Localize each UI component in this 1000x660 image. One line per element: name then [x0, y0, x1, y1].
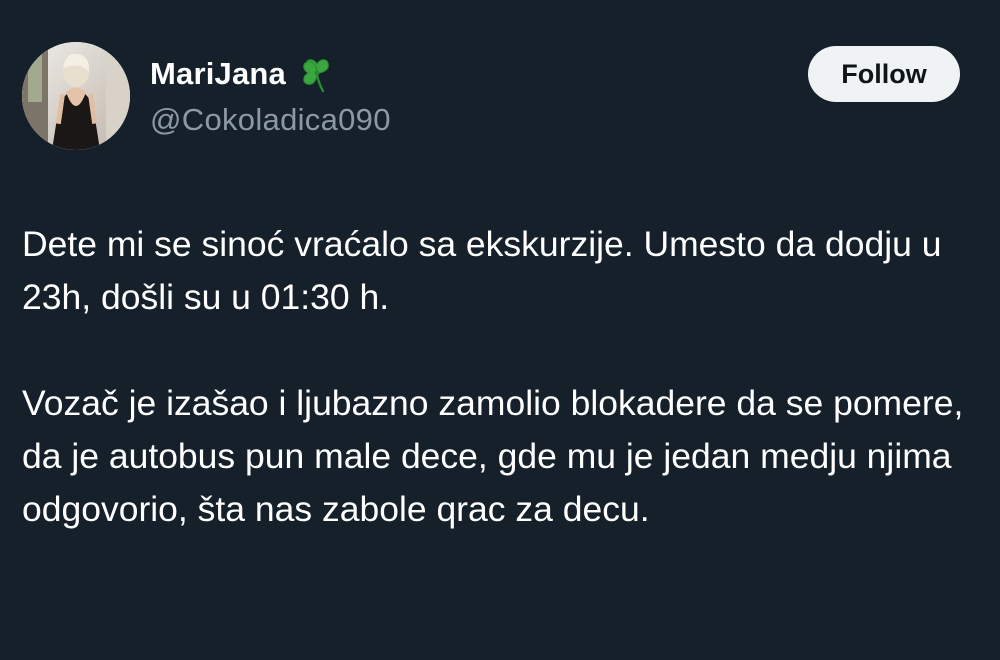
- display-name[interactable]: MariJana: [150, 56, 286, 92]
- user-name-row: MariJana: [150, 52, 338, 96]
- follow-button[interactable]: Follow: [808, 46, 960, 102]
- avatar[interactable]: [22, 42, 130, 150]
- tweet-paragraph: Vozač je izašao i ljubazno zamolio bloka…: [22, 383, 964, 529]
- avatar-photo: [22, 42, 130, 150]
- four-leaf-clover-icon: [296, 53, 338, 95]
- tweet-text: Dete mi se sinoć vraćalo sa ekskurzije. …: [22, 218, 982, 536]
- tweet-paragraph: Dete mi se sinoć vraćalo sa ekskurzije. …: [22, 224, 942, 317]
- user-handle[interactable]: @Cokoladica090: [150, 102, 391, 138]
- tweet-card: MariJana @Cokoladica090 Follow Dete mi s…: [0, 0, 1000, 660]
